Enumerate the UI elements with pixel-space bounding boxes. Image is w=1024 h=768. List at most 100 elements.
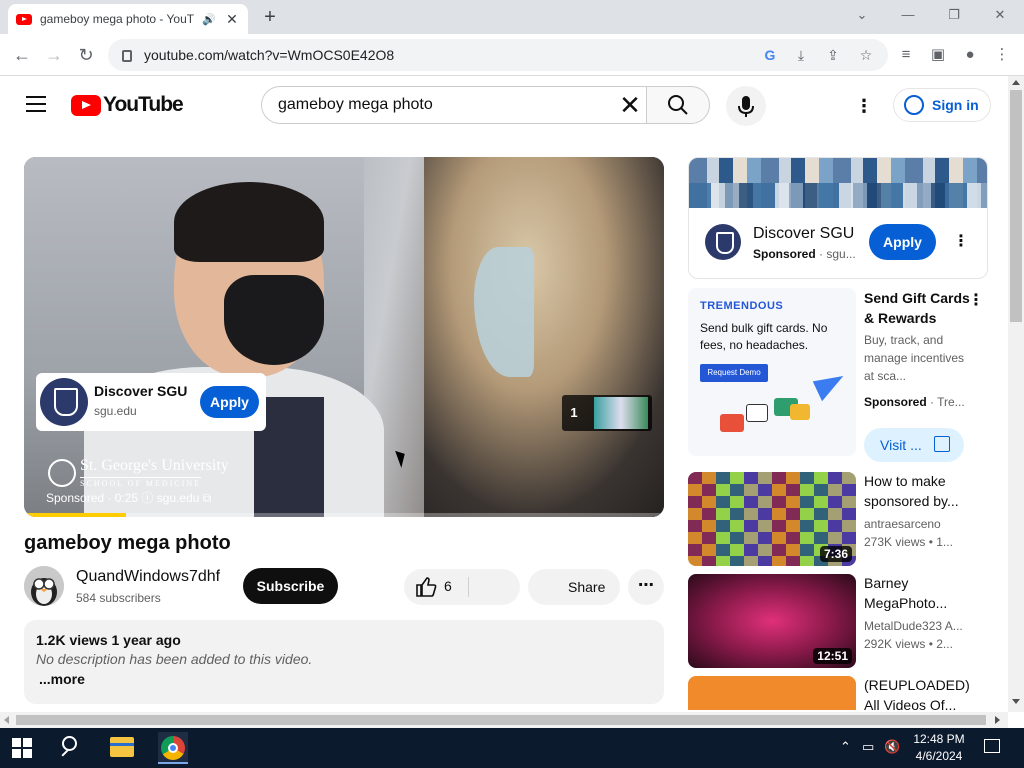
tray-overflow-icon[interactable]: ⌃ (840, 739, 851, 755)
restore-button[interactable]: ❐ (934, 4, 974, 26)
subscriber-count: 584 subscribers (76, 591, 161, 605)
video-thumbnail[interactable]: 7:36 (688, 472, 856, 566)
tab-title: gameboy mega photo - YouTube (40, 12, 194, 26)
ad2-more-icon[interactable]: ⋮ (968, 290, 984, 310)
browser-toolbar: ← → ↻ youtube.com/watch?v=WmOCS0E42O8 G … (0, 34, 1024, 76)
request-demo-label: Request Demo (700, 364, 768, 382)
microphone-icon (738, 96, 754, 117)
forward-button[interactable]: → (42, 43, 66, 67)
install-app-icon[interactable]: ⤓ (791, 45, 811, 65)
video-title-link[interactable]: Barney MegaPhoto... (864, 573, 974, 613)
system-clock[interactable]: 12:48 PM 4/6/2024 (908, 731, 970, 765)
ad-overlay-card[interactable]: Discover SGU sgu.edu Apply (36, 373, 266, 431)
like-count[interactable]: 6 (444, 578, 452, 594)
google-translate-icon[interactable]: G (760, 45, 780, 65)
video-channel[interactable]: MetalDude323 A... (864, 619, 963, 633)
chrome-menu-icon[interactable]: ⋮ (992, 45, 1012, 65)
youtube-logo[interactable]: YouTube (71, 93, 184, 117)
hamburger-menu-icon[interactable] (26, 96, 46, 112)
ad2-title[interactable]: Send Gift Cards & Rewards (864, 288, 974, 328)
video-meta: 292K views • 2... (864, 637, 953, 651)
profile-icon[interactable]: ● (960, 45, 980, 65)
banner-more-icon[interactable]: ⋮ (951, 230, 971, 254)
banner-sponsored: Sponsored (753, 247, 816, 261)
visit-site-button[interactable]: Visit ... (864, 428, 964, 462)
scroll-right-icon[interactable] (995, 716, 1000, 724)
penguin-avatar-icon (24, 566, 64, 606)
video-frame-nurse (424, 157, 664, 517)
tab-close-icon[interactable]: ✕ (224, 11, 240, 28)
sgu-companion-ad[interactable]: Discover SGU Sponsored · sgu... Apply ⋮ (688, 157, 988, 279)
like-dislike-group (404, 569, 520, 605)
dislike-button[interactable] (470, 569, 520, 605)
new-tab-button[interactable]: + (258, 6, 282, 28)
notification-icon[interactable] (984, 739, 1000, 753)
sgu-brand-name: St. George's University (80, 457, 229, 474)
sign-in-button[interactable]: Sign in (893, 88, 991, 122)
voice-search-button[interactable] (726, 86, 766, 126)
side-panel-icon[interactable]: ▣ (928, 45, 948, 65)
search-input-value[interactable]: gameboy mega photo (278, 96, 433, 114)
lock-icon[interactable] (122, 50, 132, 62)
description-more-link[interactable]: ...more (39, 671, 652, 687)
paper-plane-icon (812, 368, 850, 402)
video-thumbnail[interactable]: 12:51 (688, 574, 856, 668)
share-button[interactable]: Share (528, 569, 620, 605)
file-explorer-icon[interactable] (110, 737, 134, 757)
url-text[interactable]: youtube.com/watch?v=WmOCS0E42O8 (144, 47, 394, 63)
share-page-icon[interactable]: ⇪ (823, 45, 843, 65)
network-icon[interactable]: ▭ (862, 739, 874, 755)
browser-tab[interactable]: gameboy mega photo - YouTube 🔊 ✕ (8, 4, 248, 34)
video-title-link[interactable]: How to make sponsored by... (864, 471, 974, 511)
description-box[interactable]: 1.2K views 1 year ago No description has… (24, 620, 664, 704)
views-and-date: 1.2K views 1 year ago (36, 632, 181, 648)
scrollbar-thumb[interactable] (1010, 90, 1022, 322)
close-window-button[interactable]: ✕ (980, 4, 1020, 26)
scroll-up-icon[interactable] (1012, 80, 1020, 85)
scroll-left-icon[interactable] (4, 716, 9, 724)
horizontal-scrollbar[interactable] (0, 712, 1008, 728)
more-actions-icon[interactable]: ⋯ (628, 569, 664, 605)
search-button[interactable] (646, 86, 710, 124)
ad-progress-bar[interactable] (24, 513, 664, 517)
thumbs-up-icon[interactable] (414, 576, 438, 598)
chrome-taskbar-button[interactable] (158, 732, 188, 764)
ad-queue-preview[interactable]: 1 (562, 395, 652, 431)
reload-button[interactable]: ↻ (74, 43, 98, 67)
video-title-link[interactable]: (REUPLOADED) All Videos Of... (864, 675, 974, 711)
minimize-button[interactable]: — (888, 4, 928, 26)
ad-progress-fill (24, 513, 127, 517)
taskbar-search-icon[interactable] (60, 736, 84, 760)
settings-more-icon[interactable]: ⋮ (852, 94, 876, 118)
description-text: No description has been added to this vi… (36, 651, 313, 667)
video-frame-doctor-hair (174, 182, 324, 262)
video-player[interactable]: Discover SGU sgu.edu Apply 1 St. George'… (24, 157, 664, 517)
video-channel[interactable]: antraesarceno (864, 517, 941, 531)
ad-apply-button[interactable]: Apply (200, 386, 259, 418)
scroll-down-icon[interactable] (1012, 699, 1020, 704)
tab-search-icon[interactable]: ⌄ (842, 4, 882, 26)
subscribe-button[interactable]: Subscribe (243, 568, 338, 604)
banner-apply-button[interactable]: Apply (869, 224, 936, 260)
speaker-icon[interactable]: 🔊 (202, 13, 216, 26)
youtube-favicon-icon (16, 13, 32, 25)
channel-avatar[interactable] (24, 566, 64, 606)
back-button[interactable]: ← (10, 43, 34, 67)
volume-muted-icon[interactable]: 🔇 (884, 739, 900, 755)
visit-label: Visit ... (880, 437, 922, 453)
tremendous-ad-thumbnail[interactable]: TREMENDOUS Send bulk gift cards. No fees… (688, 288, 856, 456)
bookmark-star-icon[interactable]: ☆ (856, 45, 876, 65)
ad-card-title: Discover SGU (94, 383, 188, 399)
youtube-play-icon (71, 94, 101, 116)
clear-search-icon[interactable]: ✕ (618, 92, 642, 118)
share-label: Share (568, 579, 606, 595)
scrollbar-thumb[interactable] (16, 715, 986, 725)
vertical-scrollbar[interactable] (1008, 76, 1024, 712)
windows-start-icon[interactable] (12, 738, 32, 758)
sgu-logo-icon (40, 378, 88, 426)
ad-sponsored-info[interactable]: Sponsored · 0:25 ⓘ sgu.edu ⧉ (46, 489, 211, 506)
video-thumbnail[interactable] (688, 676, 856, 710)
media-controls-icon[interactable]: ≡ (896, 45, 916, 65)
channel-name[interactable]: QuandWindows7dhf (76, 568, 220, 586)
search-input[interactable]: gameboy mega photo (261, 86, 647, 124)
